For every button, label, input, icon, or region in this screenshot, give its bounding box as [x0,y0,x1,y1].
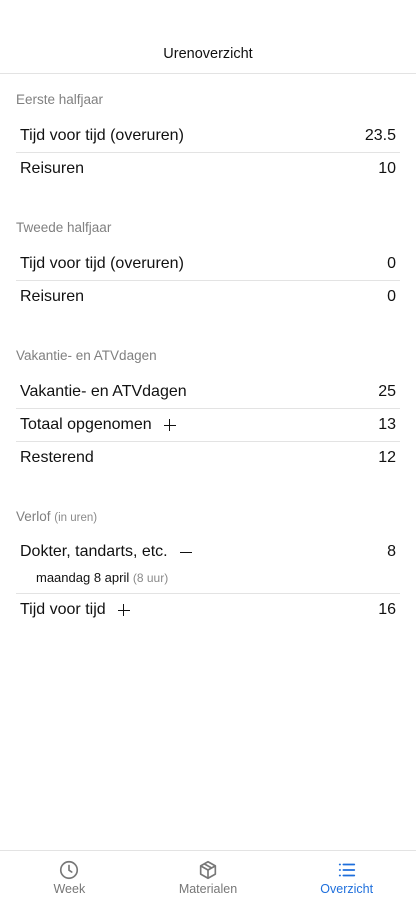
row-value: 12 [378,449,396,466]
row-second-half-overtime: Tijd voor tijd (overuren) 0 [16,247,400,280]
row-leave-doctor[interactable]: Dokter, tandarts, etc. 8 maandag 8 april… [16,536,400,593]
row-label-wrap: Totaal opgenomen [20,416,378,434]
row-vacation-total: Vakantie- en ATVdagen 25 [16,375,400,408]
row-label: Totaal opgenomen [20,416,152,433]
row-label: Vakantie- en ATVdagen [20,382,187,400]
row-label: Reisuren [20,288,85,305]
leave-entry-date: maandag 8 april [36,570,130,585]
row-value: 16 [378,601,396,618]
row-leave-time-for-time[interactable]: Tijd voor tijd 16 [16,593,400,626]
section-leave: Verlof (in uren) Dokter, tandarts, etc. … [0,491,416,626]
row-vacation-remaining: Resterend 12 [16,441,400,474]
screen: Urenoverzicht Eerste halfjaar Tijd voor … [0,0,416,900]
clock-icon [60,860,79,880]
section-vacation: Vakantie- en ATVdagen Vakantie- en ATVda… [0,330,416,474]
row-value: 25 [378,382,396,400]
tab-bar: Week Materialen Overzicht [0,850,416,900]
overview-list[interactable]: Eerste halfjaar Tijd voor tijd (overuren… [0,74,416,626]
navigation-bar: Urenoverzicht [0,0,416,74]
section-first-half: Eerste halfjaar Tijd voor tijd (overuren… [0,74,416,185]
row-label: Tijd voor tijd (overuren) [20,254,184,272]
row-value: 23.5 [364,126,396,144]
row-label: Dokter, tandarts, etc. [20,543,168,560]
leave-entry-hours: (8 uur) [132,571,169,585]
row-value: 8 [387,543,396,560]
tab-week[interactable]: Week [0,851,139,900]
row-label-wrap: Dokter, tandarts, etc. [20,543,387,561]
row-value: 10 [378,160,396,177]
row-value: 0 [387,288,396,305]
row-label: Resterend [20,449,94,466]
leave-entry[interactable]: maandag 8 april (8 uur) [36,570,168,585]
section-subtitle: (in uren) [54,512,98,524]
section-header-first-half: Eerste halfjaar [16,92,104,107]
tab-label: Overzicht [320,882,374,896]
section-second-half: Tweede halfjaar Tijd voor tijd (overuren… [0,202,416,313]
row-value: 13 [378,416,396,433]
row-first-half-travel: Reisuren 10 [16,152,400,185]
row-value: 0 [387,254,396,272]
row-vacation-taken[interactable]: Totaal opgenomen 13 [16,408,400,441]
box-icon [199,860,217,880]
tab-overzicht[interactable]: Overzicht [277,851,416,900]
tab-materialen[interactable]: Materialen [139,851,278,900]
row-first-half-overtime: Tijd voor tijd (overuren) 23.5 [16,119,400,152]
page-title: Urenoverzicht [163,46,253,62]
section-title: Verlof [16,509,51,524]
section-header-leave: Verlof (in uren) [0,491,416,536]
plus-icon[interactable] [117,604,130,616]
list-icon [338,863,355,877]
minus-icon[interactable] [179,546,192,558]
plus-icon[interactable] [163,419,176,431]
tab-label: Week [53,882,86,896]
row-label: Tijd voor tijd [20,601,106,618]
row-label: Tijd voor tijd (overuren) [20,126,184,144]
row-label: Reisuren [20,160,85,177]
section-header-second-half: Tweede halfjaar [16,220,112,235]
tab-label: Materialen [178,882,238,896]
section-header-vacation: Vakantie- en ATVdagen [16,348,157,363]
row-second-half-travel: Reisuren 0 [16,280,400,313]
row-label-wrap: Tijd voor tijd [20,601,378,619]
